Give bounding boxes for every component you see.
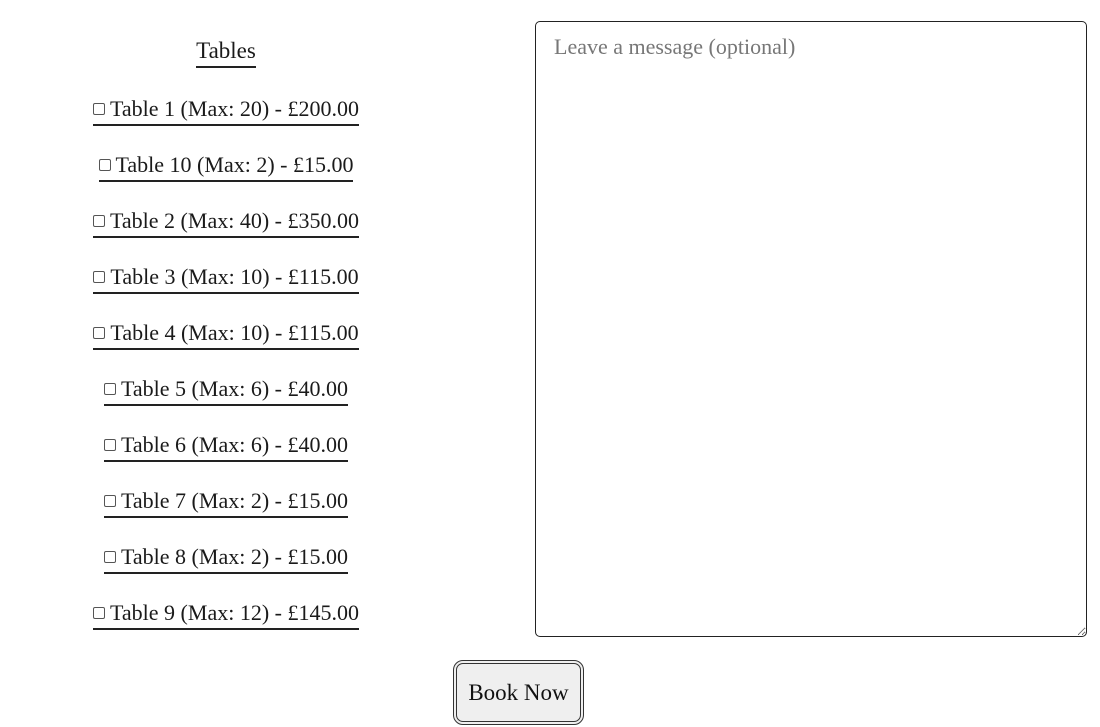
table-option[interactable]: Table 1 (Max: 20) - £200.00 <box>0 96 452 126</box>
table-checkbox[interactable] <box>98 159 111 171</box>
table-option-text: Table 5 (Max: 6) - £40.00 <box>121 376 348 401</box>
table-option[interactable]: Table 5 (Max: 6) - £40.00 <box>0 376 452 406</box>
table-option-label[interactable]: Table 5 (Max: 6) - £40.00 <box>104 376 348 406</box>
table-option-label[interactable]: Table 4 (Max: 10) - £115.00 <box>93 320 359 350</box>
table-option[interactable]: Table 7 (Max: 2) - £15.00 <box>0 488 452 518</box>
table-option[interactable]: Table 9 (Max: 12) - £145.00 <box>0 600 452 630</box>
table-option[interactable]: Table 8 (Max: 2) - £15.00 <box>0 544 452 574</box>
table-checkbox[interactable] <box>93 215 106 227</box>
table-option-text: Table 10 (Max: 2) - £15.00 <box>115 152 354 177</box>
table-checkbox[interactable] <box>93 607 106 619</box>
table-option-label[interactable]: Table 2 (Max: 40) - £350.00 <box>93 208 359 238</box>
table-option[interactable]: Table 2 (Max: 40) - £350.00 <box>0 208 452 238</box>
table-checkbox[interactable] <box>104 495 117 507</box>
table-option-text: Table 4 (Max: 10) - £115.00 <box>110 320 359 345</box>
table-option-label[interactable]: Table 6 (Max: 6) - £40.00 <box>104 432 348 462</box>
table-option-text: Table 2 (Max: 40) - £350.00 <box>110 208 359 233</box>
table-option[interactable]: Table 6 (Max: 6) - £40.00 <box>0 432 452 462</box>
table-option-label[interactable]: Table 9 (Max: 12) - £145.00 <box>93 600 359 630</box>
table-checkbox[interactable] <box>104 383 117 395</box>
table-option-text: Table 7 (Max: 2) - £15.00 <box>121 488 348 513</box>
table-option[interactable]: Table 10 (Max: 2) - £15.00 <box>0 152 452 182</box>
table-checkbox[interactable] <box>93 103 106 115</box>
table-option-text: Table 3 (Max: 10) - £115.00 <box>110 264 359 289</box>
table-checkbox[interactable] <box>104 439 117 451</box>
table-checkbox[interactable] <box>93 271 106 283</box>
table-option-label[interactable]: Table 8 (Max: 2) - £15.00 <box>104 544 348 574</box>
message-textarea[interactable] <box>535 21 1087 637</box>
table-option-text: Table 9 (Max: 12) - £145.00 <box>110 600 359 625</box>
table-option-text: Table 1 (Max: 20) - £200.00 <box>110 96 359 121</box>
table-option[interactable]: Table 3 (Max: 10) - £115.00 <box>0 264 452 294</box>
table-option-label[interactable]: Table 3 (Max: 10) - £115.00 <box>93 264 359 294</box>
table-option-label[interactable]: Table 7 (Max: 2) - £15.00 <box>104 488 348 518</box>
table-checkbox[interactable] <box>93 327 106 339</box>
table-option-label[interactable]: Table 10 (Max: 2) - £15.00 <box>98 152 354 182</box>
table-option-text: Table 6 (Max: 6) - £40.00 <box>121 432 348 457</box>
table-option-text: Table 8 (Max: 2) - £15.00 <box>121 544 348 569</box>
table-checkbox[interactable] <box>104 551 117 563</box>
book-now-button[interactable]: Book Now <box>453 660 584 725</box>
table-option-label[interactable]: Table 1 (Max: 20) - £200.00 <box>93 96 359 126</box>
tables-heading: Tables <box>0 38 452 68</box>
table-option[interactable]: Table 4 (Max: 10) - £115.00 <box>0 320 452 350</box>
